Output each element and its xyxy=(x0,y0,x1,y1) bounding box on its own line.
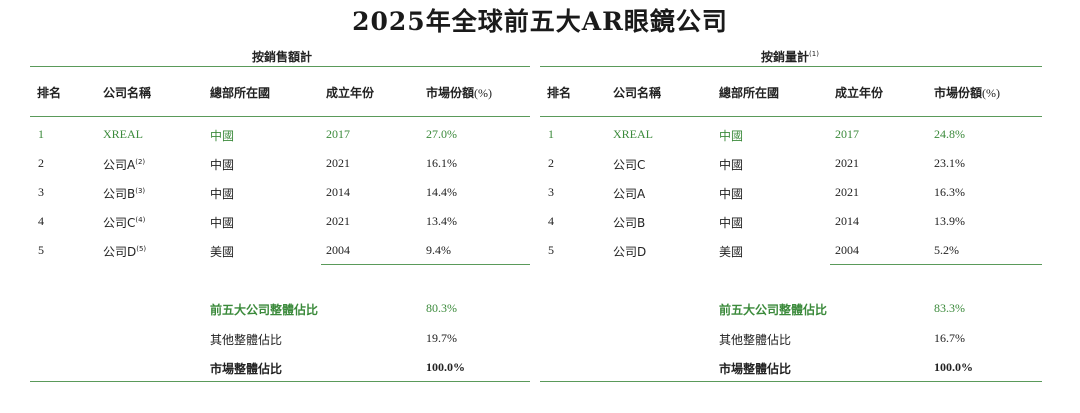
group-rule xyxy=(30,66,530,67)
table-cell: 中國 xyxy=(210,158,235,172)
table-cell: 4 xyxy=(38,214,44,228)
table-cell: 2 xyxy=(38,156,44,170)
table-cell: 中國 xyxy=(719,129,744,143)
col-header-year: 成立年份 xyxy=(835,86,884,100)
table-cell: 5 xyxy=(548,243,554,257)
table-cell: 中國 xyxy=(210,216,235,230)
col-header-rank: 排名 xyxy=(547,86,572,100)
group-title: 按銷售額計 xyxy=(252,50,313,64)
row-underline xyxy=(321,264,530,265)
summary-label: 前五大公司整體佔比 xyxy=(210,303,319,317)
company-name: 公司B xyxy=(613,216,646,230)
company-name: 公司A xyxy=(613,187,646,201)
group-title: 按銷量計(1) xyxy=(761,50,819,64)
table-cell: 中國 xyxy=(719,187,744,201)
col-header-country: 總部所在國 xyxy=(210,86,271,100)
market-share: 13.9% xyxy=(934,214,965,228)
market-share: 16.1% xyxy=(426,156,457,170)
table-cell: 3 xyxy=(548,185,554,199)
company-name: 公司A(2) xyxy=(103,158,146,172)
col-header-share: 市場份額(%) xyxy=(426,86,493,100)
company-name: XREAL xyxy=(103,127,143,141)
table-cell: 2021 xyxy=(835,156,859,170)
bottom-rule xyxy=(30,381,530,382)
table-cell: 2021 xyxy=(326,156,350,170)
table-cell: 3 xyxy=(38,185,44,199)
col-header-country: 總部所在國 xyxy=(719,86,780,100)
company-name: 公司C xyxy=(613,158,646,172)
company-name: 公司D(5) xyxy=(103,245,147,259)
company-name: 公司C(4) xyxy=(103,216,146,230)
summary-value: 16.7% xyxy=(934,331,965,345)
market-share: 27.0% xyxy=(426,127,457,141)
bottom-rule xyxy=(540,381,1042,382)
summary-value: 80.3% xyxy=(426,301,457,315)
summary-label: 前五大公司整體佔比 xyxy=(719,303,828,317)
header-rule xyxy=(30,116,530,117)
table-cell: 5 xyxy=(38,243,44,257)
row-underline xyxy=(830,264,1042,265)
col-header-company: 公司名稱 xyxy=(613,86,662,100)
market-share: 14.4% xyxy=(426,185,457,199)
table-cell: 美國 xyxy=(210,245,235,259)
col-header-company: 公司名稱 xyxy=(103,86,152,100)
market-share: 16.3% xyxy=(934,185,965,199)
table-cell: 中國 xyxy=(210,129,235,143)
market-share: 23.1% xyxy=(934,156,965,170)
table-cell: 2021 xyxy=(835,185,859,199)
summary-value: 83.3% xyxy=(934,301,965,315)
table-cell: 中國 xyxy=(719,158,744,172)
table-cell: 2004 xyxy=(326,243,350,257)
summary-value: 19.7% xyxy=(426,331,457,345)
table-cell: 中國 xyxy=(719,216,744,230)
table-cell: 4 xyxy=(548,214,554,228)
header-rule xyxy=(540,116,1042,117)
table-cell: 2 xyxy=(548,156,554,170)
market-share: 24.8% xyxy=(934,127,965,141)
company-name: 公司B(3) xyxy=(103,187,146,201)
table-cell: 2014 xyxy=(835,214,859,228)
col-header-share: 市場份額(%) xyxy=(934,86,1001,100)
table-cell: 2017 xyxy=(326,127,350,141)
table-cell: 2017 xyxy=(835,127,859,141)
table-cell: 美國 xyxy=(719,245,744,259)
table-cell: 1 xyxy=(548,127,554,141)
summary-label: 其他整體佔比 xyxy=(210,333,283,347)
company-name: 公司D xyxy=(613,245,647,259)
group-rule xyxy=(540,66,1042,67)
summary-label: 市場整體佔比 xyxy=(210,362,283,376)
market-share: 5.2% xyxy=(934,243,959,257)
table-cell: 中國 xyxy=(210,187,235,201)
col-header-rank: 排名 xyxy=(37,86,62,100)
col-header-year: 成立年份 xyxy=(326,86,375,100)
summary-value: 100.0% xyxy=(934,360,973,374)
page-title: 2025年全球前五大AR眼鏡公司 xyxy=(352,7,728,36)
table-cell: 2004 xyxy=(835,243,859,257)
table-cell: 2021 xyxy=(326,214,350,228)
company-name: XREAL xyxy=(613,127,653,141)
summary-label: 市場整體佔比 xyxy=(719,362,792,376)
table-cell: 2014 xyxy=(326,185,350,199)
summary-value: 100.0% xyxy=(426,360,465,374)
market-share: 13.4% xyxy=(426,214,457,228)
summary-label: 其他整體佔比 xyxy=(719,333,792,347)
market-share: 9.4% xyxy=(426,243,451,257)
table-cell: 1 xyxy=(38,127,44,141)
